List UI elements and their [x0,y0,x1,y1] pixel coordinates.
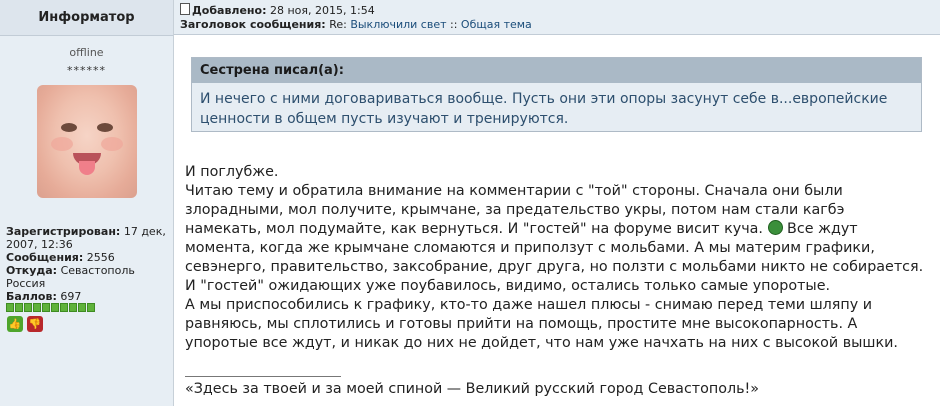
grin-smiley-icon [767,220,783,235]
avatar-eye-right [97,123,113,132]
topic-link[interactable]: Выключили свет [350,18,446,31]
rating-segment [87,303,95,312]
messages-label: Сообщения: [6,251,84,264]
message-line: А мы приспособились к графику, кто-то да… [185,297,898,351]
rating-segment [42,303,50,312]
thumbs-up-icon[interactable]: 👍 [7,316,23,332]
quote-text: И нечего с ними договариваться вообще. П… [200,91,888,127]
message-line: И поглубже. [185,164,279,180]
message-text: Читаю тему и обратила внимание на коммен… [185,183,845,237]
rank-stars: ****** [67,64,106,77]
subject-separator: :: [446,18,461,31]
avatar-cheek-right [101,137,123,151]
thumbs-down-icon[interactable]: 👎 [27,316,43,332]
rating-segment [69,303,77,312]
points-label: Баллов: [6,290,57,303]
rating-bar [6,303,95,312]
message-paragraph: Читаю тему и обратила внимание на коммен… [185,182,925,277]
signature: «Здесь за твоей и за моей спиной — Велик… [185,381,760,397]
rating-segment [15,303,23,312]
rating-segment [6,303,14,312]
messages-value: 2556 [86,251,115,264]
quote-block: Сестрена писал(а): И нечего с ними догов… [191,57,922,132]
online-status: offline [69,46,104,59]
added-value: 28 ноя, 2015, 1:54 [270,4,375,17]
avatar [37,85,137,198]
post-header: Добавлено: 28 ноя, 2015, 1:54 Заголовок … [174,0,940,35]
quote-author: Сестрена писал(а): [192,58,921,83]
rating-segment [78,303,86,312]
points-value: 697 [60,290,82,303]
user-info: Зарегистрирован: 17 дек, 2007, 12:36 Соо… [6,225,172,303]
document-icon[interactable] [180,3,190,15]
forum-link[interactable]: Общая тема [461,18,532,31]
added-label: Добавлено: [192,4,267,17]
registered-label: Зарегистрирован: [6,225,121,238]
message-body: И поглубже. Читаю тему и обратила вниман… [185,163,925,353]
subject-label: Заголовок сообщения: [180,18,326,31]
username[interactable]: Информатор [0,0,173,36]
message-line: И "гостей" ожидающих уже поубавилось, ви… [185,278,831,294]
from-label: Откуда: [6,264,58,277]
user-column: Информатор offline ****** Зарегистрирова… [0,0,174,406]
rating-segment [60,303,68,312]
rating-segment [51,303,59,312]
rating-segment [33,303,41,312]
avatar-tongue [79,161,95,175]
signature-divider [185,376,341,377]
subject-prefix: Re: [329,18,351,31]
avatar-cheek-left [51,137,73,151]
rating-segment [24,303,32,312]
avatar-eye-left [61,123,77,132]
